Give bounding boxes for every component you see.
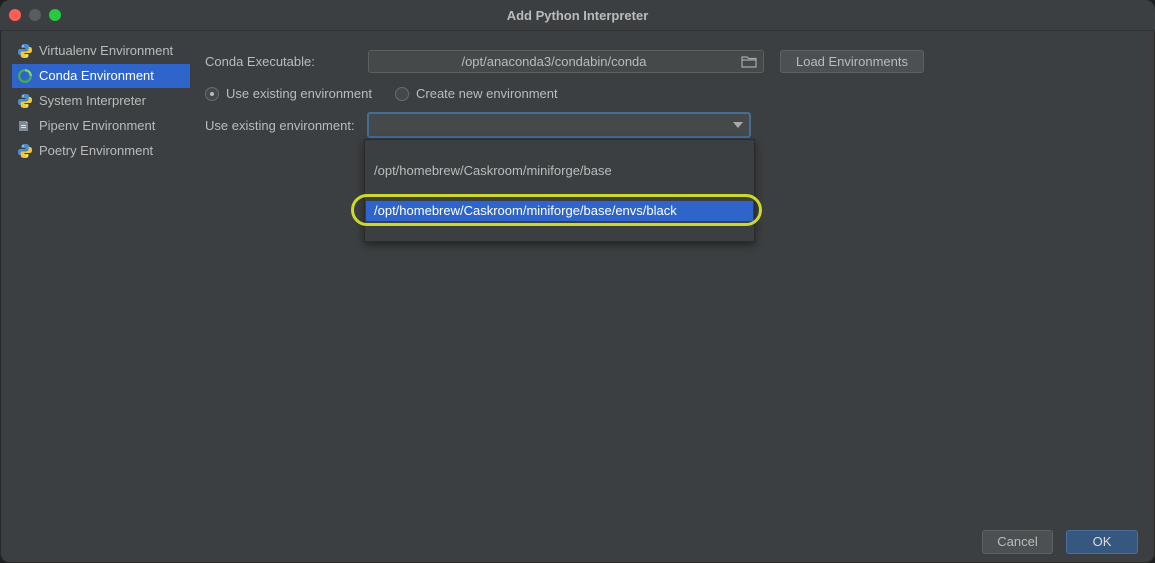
sidebar-item-poetry[interactable]: Poetry Environment [12,139,190,163]
sidebar-item-conda[interactable]: Conda Environment [12,64,190,88]
conda-executable-label: Conda Executable: [205,54,315,69]
python-icon [18,44,32,58]
window-title: Add Python Interpreter [506,8,649,23]
sidebar-item-label: Conda Environment [39,68,154,83]
conda-icon [18,69,32,83]
use-existing-radio[interactable] [205,87,219,101]
environment-dropdown-list: /opt/homebrew/Caskroom/miniforge/base /o… [364,139,755,242]
pipenv-icon [19,121,28,131]
ok-button[interactable]: OK [1066,530,1138,554]
sidebar-item-label: Poetry Environment [39,143,154,158]
existing-environment-label: Use existing environment: [205,118,355,133]
title-bar: Add Python Interpreter [0,0,1155,31]
sidebar-item-system-interpreter[interactable]: System Interpreter [12,89,190,113]
use-existing-radio-label[interactable]: Use existing environment [226,86,372,101]
highlight-annotation [351,194,762,226]
cancel-button[interactable]: Cancel [982,530,1053,554]
existing-environment-combobox[interactable] [367,112,751,138]
create-new-radio-label[interactable]: Create new environment [416,86,558,101]
environment-type-sidebar: Virtualenv Environment Conda Environment… [12,39,190,164]
sidebar-item-label: Pipenv Environment [39,118,156,133]
add-python-interpreter-dialog: Add Python Interpreter Virtualenv Enviro… [0,0,1155,563]
python-icon [18,94,32,108]
python-icon [18,144,32,158]
sidebar-item-pipenv[interactable]: Pipenv Environment [12,114,190,138]
dropdown-option[interactable]: /opt/homebrew/Caskroom/miniforge/base [366,161,753,181]
sidebar-item-label: System Interpreter [39,93,146,108]
folder-icon[interactable] [741,55,757,69]
load-environments-button[interactable]: Load Environments [780,50,924,73]
sidebar-item-label: Virtualenv Environment [39,43,174,58]
create-new-radio[interactable] [395,87,409,101]
conda-executable-value: /opt/anaconda3/condabin/conda [461,54,647,69]
conda-executable-field[interactable]: /opt/anaconda3/condabin/conda [368,50,764,73]
sidebar-item-virtualenv[interactable]: Virtualenv Environment [12,39,190,63]
chevron-down-icon[interactable] [733,122,743,128]
